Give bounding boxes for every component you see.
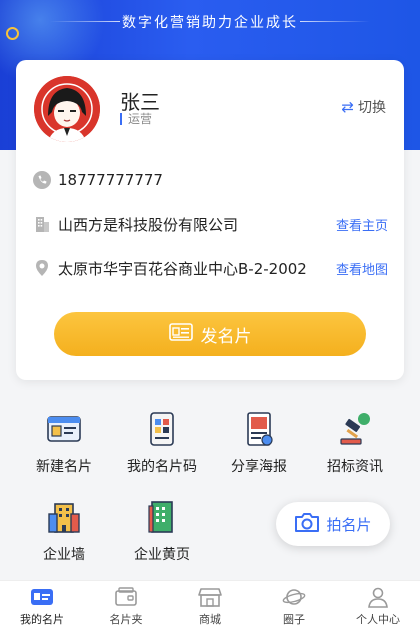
send-card-button[interactable]: 发名片 — [54, 312, 366, 356]
id-card-icon — [168, 322, 193, 346]
planet-icon — [282, 586, 306, 608]
address-text: 太原市华宇百花谷商业中心B-2-2002 — [58, 259, 307, 278]
card-holder-icon — [114, 586, 138, 608]
tab-circle[interactable]: 圈子 — [252, 581, 336, 634]
company-row: 山西方是科技股份有限公司 查看主页 — [32, 212, 388, 236]
new-card-icon — [45, 410, 83, 448]
user-icon — [366, 586, 390, 608]
feature-company-wall[interactable]: 企业墙 — [19, 498, 109, 564]
camera-icon — [294, 511, 320, 537]
feature-label: 企业墙 — [43, 547, 85, 563]
phone-row[interactable]: 18777777777 — [32, 168, 388, 192]
address-row: 太原市华宇百花谷商业中心B-2-2002 查看地图 — [32, 256, 388, 280]
shop-icon — [198, 586, 222, 608]
feature-bid-info[interactable]: 招标资讯 — [310, 410, 400, 476]
swap-icon: ⇄ — [341, 98, 354, 116]
business-card: 张三 运营 ⇄ 切换 18777777777 山西方是科技股份有限公司 查看主页… — [16, 60, 404, 380]
location-pin-icon — [32, 258, 52, 278]
tab-label: 个人中心 — [356, 613, 400, 626]
switch-button[interactable]: ⇄ 切换 — [341, 97, 386, 117]
feature-share-poster[interactable]: 分享海报 — [214, 410, 304, 476]
tab-card-holder[interactable]: 名片夹 — [84, 581, 168, 634]
phone-icon — [32, 170, 52, 190]
tab-label: 圈子 — [283, 613, 305, 626]
poster-icon — [240, 410, 278, 448]
feature-new-card[interactable]: 新建名片 — [19, 410, 109, 476]
tab-label: 我的名片 — [20, 613, 64, 626]
yellow-pages-icon — [143, 498, 181, 536]
feature-label: 新建名片 — [36, 459, 92, 475]
banner-slogan: 数字化营销助力企业成长 — [122, 15, 298, 31]
tab-personal-center[interactable]: 个人中心 — [336, 581, 420, 634]
company-wall-icon — [45, 498, 83, 536]
phone-number: 18777777777 — [58, 171, 163, 189]
bottom-tab-bar: 我的名片 名片夹 商城 圈子 个人中心 — [0, 580, 420, 634]
snap-card-button[interactable]: 拍名片 — [276, 502, 390, 546]
user-role: 运营 — [120, 113, 152, 125]
tab-shop[interactable]: 商城 — [168, 581, 252, 634]
building-icon — [32, 214, 52, 234]
view-map-link[interactable]: 查看地图 — [336, 259, 388, 278]
my-card-icon — [30, 586, 54, 608]
tab-label: 商城 — [199, 613, 221, 626]
user-name: 张三 — [120, 90, 160, 114]
company-name: 山西方是科技股份有限公司 — [58, 215, 239, 234]
tab-my-card[interactable]: 我的名片 — [0, 581, 84, 634]
bid-hammer-icon — [336, 410, 374, 448]
snap-card-label: 拍名片 — [326, 515, 372, 534]
feature-label: 我的名片码 — [127, 459, 197, 475]
feature-yellow-pages[interactable]: 企业黄页 — [117, 498, 207, 564]
view-homepage-link[interactable]: 查看主页 — [336, 215, 388, 234]
avatar[interactable] — [34, 76, 100, 142]
slogan-line-right — [300, 21, 370, 22]
tab-label: 名片夹 — [109, 613, 143, 626]
qr-card-icon — [143, 410, 181, 448]
switch-label: 切换 — [358, 100, 386, 116]
feature-label: 企业黄页 — [134, 547, 190, 563]
feature-my-card-code[interactable]: 我的名片码 — [117, 410, 207, 476]
send-card-label: 发名片 — [200, 326, 252, 347]
feature-label: 招标资讯 — [327, 459, 383, 475]
feature-label: 分享海报 — [231, 459, 287, 475]
